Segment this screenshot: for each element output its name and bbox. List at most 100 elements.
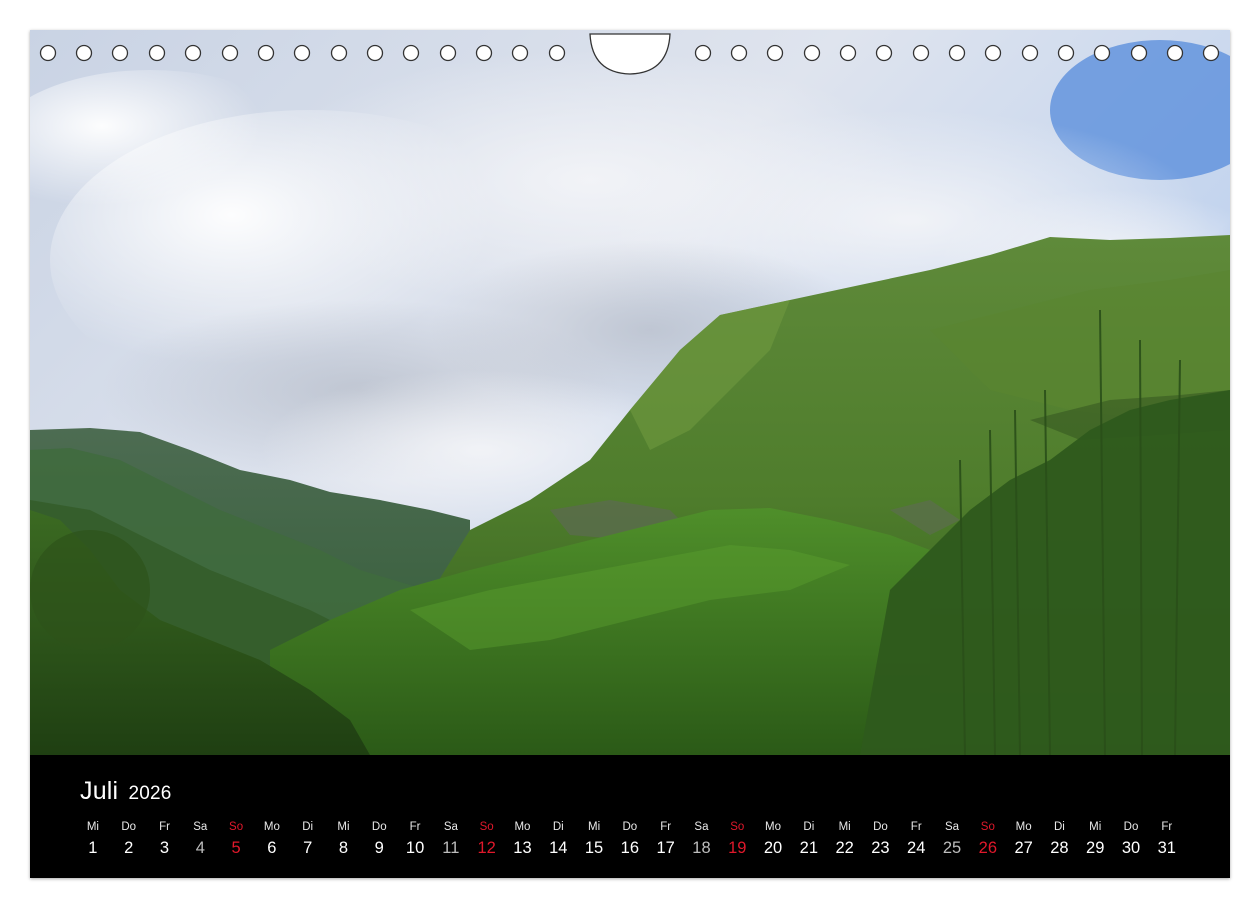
weekday-label: Sa (193, 821, 208, 833)
day-number: 13 (513, 839, 532, 857)
weekday-label: Do (121, 821, 137, 833)
weekday-label: Fr (660, 821, 672, 833)
day-cell: Do 23 (863, 818, 899, 860)
day-number: 27 (1014, 839, 1033, 857)
day-number: 31 (1157, 839, 1176, 857)
day-cell: Fr 31 (1149, 818, 1185, 860)
day-number: 21 (799, 839, 819, 857)
day-cell: Mo 27 (1006, 818, 1042, 860)
weekday-label: Fr (910, 821, 922, 833)
day-cell: So 19 (719, 818, 755, 860)
month-title: Juli 2026 (80, 777, 172, 806)
weekday-label: Mi (1089, 821, 1102, 833)
weekday-label: Mi (838, 821, 851, 833)
weekday-label: Sa (944, 821, 960, 833)
day-cell: Do 2 (111, 818, 147, 860)
weekday-label: Fr (409, 821, 421, 833)
day-cell: Do 16 (612, 818, 648, 860)
weekday-label: Fr (1161, 821, 1173, 833)
day-number: 23 (871, 839, 890, 857)
day-number: 20 (763, 839, 783, 857)
day-cell: Mi 22 (827, 818, 863, 860)
day-cell: Sa 11 (433, 818, 469, 860)
day-cell: Fr 3 (147, 818, 183, 860)
weekday-label: Di (1053, 821, 1065, 833)
landscape-photo (30, 30, 1230, 755)
day-number: 24 (907, 839, 926, 857)
weekday-label: Di (552, 821, 564, 833)
day-number: 11 (442, 839, 460, 857)
day-cell: Sa 25 (934, 818, 970, 860)
day-number: 28 (1050, 839, 1069, 857)
day-number: 12 (477, 839, 496, 857)
weekday-label: Di (302, 821, 314, 833)
day-number: 14 (549, 839, 568, 857)
day-row: Mi 1 Do 2 Fr 3 Sa 4 So 5 Mo 6 Di 7 Mi 8 Do 9 Fr 10 Sa 11 So 12 M… (75, 818, 1185, 860)
weekday-label: So (730, 821, 745, 833)
day-number: 1 (88, 839, 98, 857)
day-number: 17 (656, 839, 675, 857)
day-number: 19 (728, 839, 747, 857)
day-number: 2 (124, 839, 134, 857)
day-cell: So 12 (469, 818, 505, 860)
weekday-label: Sa (443, 821, 458, 833)
weekday-label: Mi (86, 821, 99, 833)
day-cell: Mi 8 (326, 818, 362, 860)
day-cell: Mo 20 (755, 818, 791, 860)
day-cell: Mo 13 (505, 818, 541, 860)
day-number: 6 (267, 839, 277, 857)
day-number: 3 (159, 839, 170, 857)
day-cell: Di 21 (791, 818, 827, 860)
weekday-label: Do (622, 821, 638, 833)
weekday-label: Mi (337, 821, 350, 833)
day-number: 25 (942, 839, 962, 857)
calendar-page (30, 30, 1230, 878)
weekday-label: Do (1123, 821, 1139, 833)
day-cell: Di 14 (540, 818, 576, 860)
day-number: 29 (1086, 839, 1105, 857)
day-cell: Fr 17 (648, 818, 684, 860)
weekday-label: Mo (263, 821, 280, 833)
day-cell: Mi 1 (75, 818, 111, 860)
day-number: 18 (692, 839, 711, 857)
weekday-label: So (479, 821, 494, 833)
day-cell: Mi 29 (1077, 818, 1113, 860)
day-number: 10 (405, 839, 425, 857)
weekday-label: Mi (587, 821, 601, 833)
day-number: 15 (584, 839, 604, 857)
day-cell: Di 28 (1042, 818, 1078, 860)
day-number: 4 (195, 839, 205, 857)
weekday-label: Do (371, 821, 387, 833)
weekday-label: Fr (159, 821, 170, 833)
day-cell: So 5 (218, 818, 254, 860)
day-cell: Sa 18 (684, 818, 720, 860)
day-cell: Mo 6 (254, 818, 290, 860)
year-label: 2026 (128, 783, 172, 804)
day-cell: Do 30 (1113, 818, 1149, 860)
weekday-label: Di (803, 821, 815, 833)
calendar-strip: Juli 2026 Mi 1 Do 2 Fr 3 Sa 4 So 5 Mo 6 Di 7 Mi 8 Do 9 Fr 1… (30, 755, 1230, 878)
day-cell: So 26 (970, 818, 1006, 860)
day-cell: Mi 15 (576, 818, 612, 860)
weekday-label: Mo (765, 821, 782, 833)
day-cell: Fr 10 (397, 818, 433, 860)
day-number: 5 (231, 839, 241, 857)
weekday-label: Mo (514, 821, 531, 833)
day-number: 8 (338, 839, 349, 857)
day-cell: Di 7 (290, 818, 326, 860)
day-number: 16 (620, 839, 640, 857)
day-number: 7 (303, 839, 313, 857)
day-cell: Fr 24 (898, 818, 934, 860)
day-cell: Do 9 (361, 818, 397, 860)
day-number: 30 (1121, 839, 1141, 857)
weekday-label: So (229, 821, 244, 833)
day-cell: Sa 4 (182, 818, 218, 860)
day-number: 26 (978, 839, 997, 857)
day-number: 22 (835, 839, 854, 857)
weekday-label: Do (873, 821, 888, 833)
weekday-label: Mo (1015, 821, 1032, 833)
month-name: Juli (80, 777, 119, 805)
day-number: 9 (374, 839, 384, 857)
weekday-label: So (980, 821, 995, 833)
weekday-label: Sa (694, 821, 709, 833)
